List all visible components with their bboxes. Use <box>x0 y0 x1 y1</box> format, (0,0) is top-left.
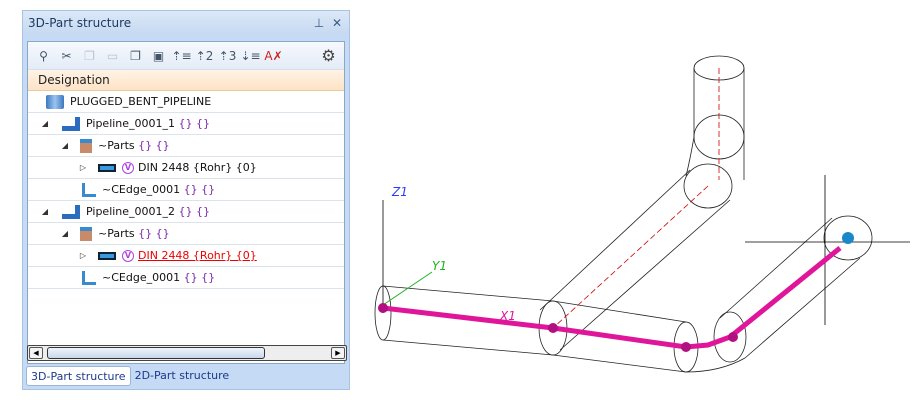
row-label: ~CEdge_0001 <box>102 183 181 196</box>
toolbar: ⚲ ✂ ❐ ▭ ❐ ▣ ⇡≡ ⇡2 ⇡3 ⇣≡ A✗ ⚙ <box>28 42 344 70</box>
variant-badge: V <box>122 249 134 262</box>
collapse-icon[interactable]: ◢ <box>60 229 70 238</box>
pipe-part-icon <box>98 163 116 172</box>
collapse-icon[interactable]: ◢ <box>60 141 70 150</box>
row-label: ~CEdge_0001 <box>102 271 181 284</box>
z-axis-label: Z1 <box>391 185 408 199</box>
paste-special-icon[interactable]: ▣ <box>147 45 170 67</box>
row-label: ~Parts <box>98 139 135 152</box>
tree-row[interactable]: ▷ V DIN 2448 {Rohr} {0} <box>28 157 344 179</box>
y-axis-label: Y1 <box>432 259 447 273</box>
row-label-highlighted: DIN 2448 {Rohr} {0} <box>138 249 257 262</box>
tree: PLUGGED_BENT_PIPELINE ◢ Pipeline_0001_1 … <box>28 91 344 289</box>
pipe-route <box>382 246 842 350</box>
scroll-left-icon[interactable]: ◀ <box>29 347 43 359</box>
paste-icon[interactable]: ▭ <box>101 45 124 67</box>
crosshair <box>382 175 910 325</box>
row-suffix: {} {} <box>183 183 216 196</box>
copy-icon[interactable]: ❐ <box>78 45 101 67</box>
row-label: Pipeline_0001_2 <box>86 205 176 218</box>
copy-special-icon[interactable]: ❐ <box>124 45 147 67</box>
row-label: DIN 2448 {Rohr} {0} <box>138 161 257 174</box>
parts-icon <box>80 226 92 241</box>
pipe-part-icon <box>98 251 116 260</box>
y-axis-line <box>382 271 433 306</box>
pipeline-icon <box>62 116 80 131</box>
row-suffix: {} {} <box>138 227 170 240</box>
cut-icon[interactable]: ✂ <box>55 45 78 67</box>
tree-row[interactable]: ◢ ~Parts {} {} <box>28 135 344 157</box>
collapse-icon[interactable]: ◢ <box>40 119 50 128</box>
x-axis-label: X1 <box>499 309 516 323</box>
tree-container: ⚲ ✂ ❐ ▭ ❐ ▣ ⇡≡ ⇡2 ⇡3 ⇣≡ A✗ ⚙ Designation… <box>27 41 345 364</box>
scrollbar-thumb[interactable] <box>47 347 265 359</box>
expand-level-2-icon[interactable]: ⇡2 <box>193 45 216 67</box>
close-icon[interactable]: ✕ <box>330 16 344 30</box>
clear-sort-icon[interactable]: A✗ <box>262 45 285 67</box>
expand-level-1-icon[interactable]: ⇡≡ <box>170 45 193 67</box>
part-structure-panel: 3D-Part structure ⊥ ✕ ⚲ ✂ ❐ ▭ ❐ ▣ ⇡≡ ⇡2 … <box>22 10 350 390</box>
row-suffix: {} {} <box>183 271 216 284</box>
horizontal-scrollbar[interactable]: ◀ ▶ <box>27 345 347 361</box>
assembly-icon <box>46 94 64 109</box>
settings-icon[interactable]: ⚙ <box>317 45 340 67</box>
collapse-icon[interactable]: ◢ <box>40 207 50 216</box>
tab-3d-part-structure[interactable]: 3D-Part structure <box>26 366 131 386</box>
collapse-all-icon[interactable]: ⇣≡ <box>239 45 262 67</box>
search-icon[interactable]: ⚲ <box>32 45 55 67</box>
pipeline-icon <box>62 204 80 219</box>
parts-icon <box>80 138 92 153</box>
expand-icon[interactable]: ▷ <box>78 163 88 172</box>
row-suffix: {} {} <box>178 117 211 130</box>
row-label: Pipeline_0001_1 <box>86 117 176 130</box>
column-header-designation[interactable]: Designation <box>28 70 344 91</box>
row-label: PLUGGED_BENT_PIPELINE <box>70 95 212 108</box>
panel-tabs: 3D-Part structure 2D-Part structure <box>26 366 233 386</box>
row-suffix: {} {} <box>178 205 211 218</box>
tree-row[interactable]: ~CEdge_0001 {} {} <box>28 267 344 289</box>
endpoint-marker[interactable] <box>842 232 854 244</box>
variant-badge: V <box>122 161 134 174</box>
panel-titlebar: 3D-Part structure ⊥ ✕ <box>23 11 349 35</box>
tab-2d-part-structure[interactable]: 2D-Part structure <box>131 366 234 386</box>
tree-row[interactable]: PLUGGED_BENT_PIPELINE <box>28 91 344 113</box>
expand-level-3-icon[interactable]: ⇡3 <box>216 45 239 67</box>
row-label: ~Parts <box>98 227 135 240</box>
pipe-wireframe <box>374 55 873 373</box>
scroll-right-icon[interactable]: ▶ <box>331 347 345 359</box>
edge-icon <box>82 182 96 197</box>
3d-viewport[interactable]: Z1 Y1 X1 <box>355 0 916 400</box>
tree-row[interactable]: ◢ ~Parts {} {} <box>28 223 344 245</box>
tree-row[interactable]: ▷ V DIN 2448 {Rohr} {0} <box>28 245 344 267</box>
tree-row[interactable]: ◢ Pipeline_0001_1 {} {} <box>28 113 344 135</box>
panel-title: 3D-Part structure <box>28 16 132 30</box>
row-suffix: {} {} <box>138 139 170 152</box>
pin-icon[interactable]: ⊥ <box>312 16 326 30</box>
tree-row[interactable]: ◢ Pipeline_0001_2 {} {} <box>28 201 344 223</box>
expand-icon[interactable]: ▷ <box>78 251 88 260</box>
tree-row[interactable]: ~CEdge_0001 {} {} <box>28 179 344 201</box>
edge-icon <box>82 270 96 285</box>
